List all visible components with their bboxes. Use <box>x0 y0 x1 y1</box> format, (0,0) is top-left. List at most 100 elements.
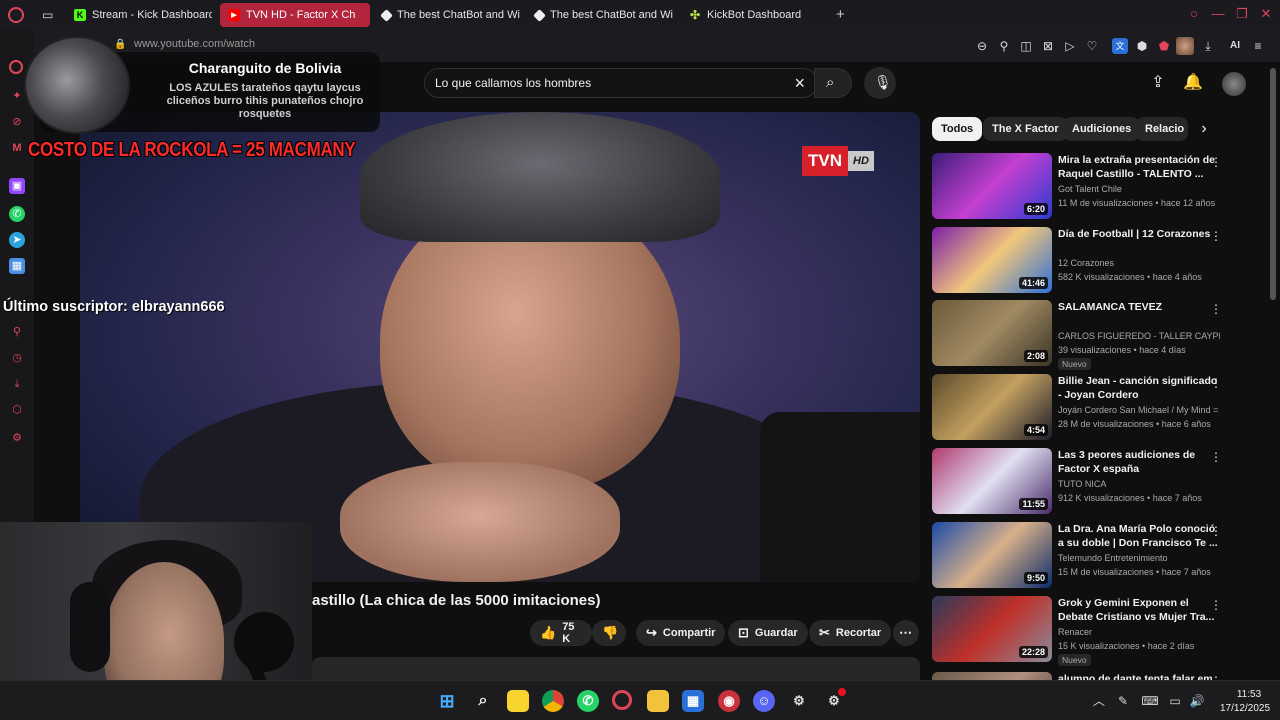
more-vertical-icon[interactable]: ⋮ <box>1210 450 1222 464</box>
extension-translate-icon[interactable]: 文 <box>1112 38 1128 54</box>
block-icon[interactable]: ⊠ <box>1040 38 1056 54</box>
tab-kickbot-dashboard[interactable]: ✣ KickBot Dashboard <box>681 3 821 27</box>
recommendation-item[interactable]: 11:55 Las 3 peores audiciones de Factor X… <box>932 448 1228 516</box>
video-thumbnail[interactable] <box>932 672 1052 680</box>
maximize-icon[interactable]: ❐ <box>1234 6 1250 22</box>
chip-x-factor[interactable]: The X Factor <box>983 117 1068 141</box>
more-vertical-icon[interactable]: ⋮ <box>1210 598 1222 612</box>
like-button[interactable]: 👍 75 K <box>530 620 592 646</box>
profile-avatar[interactable] <box>1176 37 1194 55</box>
voice-search-button[interactable]: 🎙 <box>864 67 896 99</box>
recommendation-title[interactable]: Mira la extraña presentación de Raquel C… <box>1058 153 1220 181</box>
recommendation-title[interactable]: Día de Football | 12 Corazones <box>1058 227 1220 241</box>
video-thumbnail[interactable]: 11:55 <box>932 448 1052 514</box>
recommendation-channel[interactable]: Renacer <box>1058 627 1220 637</box>
recommendation-title[interactable]: Billie Jean - canción significado - Joya… <box>1058 374 1220 402</box>
video-thumbnail[interactable]: 41:46 <box>932 227 1052 293</box>
upload-icon[interactable]: ⇪ <box>1147 72 1169 94</box>
tab-chatbot-2[interactable]: The best ChatBot and Wi <box>527 3 677 27</box>
browser-menu-icon[interactable] <box>8 7 24 23</box>
app-wheel-icon[interactable]: ⚙ <box>788 690 810 712</box>
chevron-right-icon[interactable]: › <box>1194 117 1214 141</box>
snapshot-icon[interactable]: ◫ <box>1018 38 1034 54</box>
telegram-icon[interactable]: ➤ <box>9 232 25 248</box>
more-actions-button[interactable]: ⋯ <box>893 620 919 646</box>
pin-icon[interactable]: ⚲ <box>996 38 1012 54</box>
video-player[interactable]: TVN HD <box>80 112 920 582</box>
tab-kick-dashboard[interactable]: K Stream - Kick Dashboard <box>66 3 212 27</box>
recommendation-channel[interactable]: Joyán Cordero San Michael / My Mind = ..… <box>1058 405 1220 415</box>
notifications-bell-icon[interactable]: 🔔 <box>1182 72 1204 94</box>
recommendation-channel[interactable]: Got Talent Chile <box>1058 184 1220 194</box>
tray-pen-icon[interactable]: ✎ <box>1114 692 1132 710</box>
video-thumbnail[interactable]: 9:50 <box>932 522 1052 588</box>
recommendation-item[interactable]: 6:20 Mira la extraña presentación de Raqu… <box>932 153 1228 221</box>
more-vertical-icon[interactable]: ⋮ <box>1210 229 1222 243</box>
tray-keyboard-icon[interactable]: ⌨ <box>1141 692 1159 710</box>
opera-taskbar-icon[interactable] <box>612 690 632 710</box>
search-input[interactable]: Lo que callamos los hombres × <box>424 68 818 98</box>
extension-shield-icon[interactable]: ⬟ <box>1156 38 1172 54</box>
video-thumbnail[interactable]: 22:28 <box>932 596 1052 662</box>
sidebar-opera-icon[interactable] <box>9 60 23 74</box>
recommendation-channel[interactable]: 12 Corazones <box>1058 258 1220 268</box>
recommendation-title[interactable]: SALAMANCA TEVEZ <box>1058 300 1220 314</box>
share-button[interactable]: ↪ Compartir <box>636 620 726 646</box>
url-field[interactable]: www.youtube.com/watch <box>134 38 255 50</box>
more-vertical-icon[interactable]: ⋮ <box>1210 524 1222 538</box>
chrome-icon[interactable] <box>542 690 564 712</box>
whatsapp-icon[interactable]: ✆ <box>9 206 25 222</box>
downloads-icon[interactable]: ⤓ <box>9 376 25 392</box>
save-button[interactable]: ⊡ Guardar <box>728 620 808 646</box>
recommendation-item[interactable]: alumno de dante tenta falar em⋮ <box>932 672 1228 680</box>
dislike-button[interactable]: 👎 <box>592 620 626 646</box>
play-icon[interactable]: ▷ <box>1062 38 1078 54</box>
video-thumbnail[interactable]: 6:20 <box>932 153 1052 219</box>
discord-icon[interactable]: ☺ <box>753 690 775 712</box>
recommendation-channel[interactable]: TUTO NICA <box>1058 479 1220 489</box>
recommendation-item[interactable]: 2:08 SALAMANCA TEVEZ CARLOS FIGUEREDO - TA… <box>932 300 1228 370</box>
menu-icon[interactable]: ≡ <box>1250 38 1266 54</box>
windows-start-icon[interactable]: ⊞ <box>436 690 458 712</box>
more-vertical-icon[interactable]: ⋮ <box>1210 302 1222 316</box>
more-vertical-icon[interactable]: ⋮ <box>1210 376 1222 390</box>
account-avatar[interactable] <box>1222 72 1246 96</box>
chip-all[interactable]: Todos <box>932 117 983 141</box>
app-red-icon[interactable]: ◉ <box>718 690 740 712</box>
taskbar-search-icon[interactable]: ⌕ <box>472 690 494 712</box>
sidebar-ai-icon[interactable]: ✦ <box>9 88 25 104</box>
chip-relacionados[interactable]: Relacio <box>1136 117 1188 141</box>
download-icon[interactable]: ⤓ <box>1200 38 1216 54</box>
tab-youtube-video[interactable]: ▶ TVN HD - Factor X Ch <box>220 3 370 27</box>
search-tabs-icon[interactable]: ○ <box>1186 6 1202 22</box>
extension-puzzle-icon[interactable]: ⬢ <box>1134 38 1150 54</box>
tab-chatbot-1[interactable]: The best ChatBot and Wi <box>374 3 524 27</box>
sidebar-app-icon[interactable]: ▦ <box>9 258 25 274</box>
clear-search-icon[interactable]: × <box>794 73 805 94</box>
settings-gear-icon[interactable]: ⚙ <box>9 430 25 446</box>
minimize-icon[interactable]: — <box>1210 6 1226 22</box>
clock-date[interactable]: 17/12/2025 <box>1214 703 1276 714</box>
twitch-icon[interactable]: ▣ <box>9 178 25 194</box>
clock-time[interactable]: 11:53 <box>1224 689 1274 700</box>
clip-button[interactable]: ✂ Recortar <box>809 620 892 646</box>
recommendation-title[interactable]: Las 3 peores audiciones de Factor X espa… <box>1058 448 1220 476</box>
search-button[interactable]: ⌕ <box>814 68 852 98</box>
recommendation-channel[interactable]: CARLOS FIGUEREDO - TALLER CAYPI QU... <box>1058 331 1220 341</box>
history-icon[interactable]: ◷ <box>9 350 25 366</box>
recommendation-title[interactable]: alumno de dante tenta falar em <box>1058 672 1220 680</box>
recommendation-item[interactable]: 4:54 Billie Jean - canción significado - … <box>932 374 1228 442</box>
video-thumbnail[interactable]: 4:54 <box>932 374 1052 440</box>
video-thumbnail[interactable]: 2:08 <box>932 300 1052 366</box>
tray-chevron-up-icon[interactable]: ︿ <box>1090 692 1108 710</box>
sidebar-m-icon[interactable]: M <box>9 140 25 156</box>
recommendation-title[interactable]: Grok y Gemini Exponen el Debate Cristian… <box>1058 596 1220 624</box>
tab-overview-icon[interactable]: ▭ <box>42 8 53 22</box>
sticky-notes-icon[interactable] <box>507 690 529 712</box>
extensions-icon[interactable]: ⬡ <box>9 402 25 418</box>
tray-network-icon[interactable]: ▭ <box>1166 692 1184 710</box>
store-icon[interactable]: ▦ <box>682 690 704 712</box>
file-explorer-icon[interactable] <box>647 690 669 712</box>
whatsapp-taskbar-icon[interactable]: ✆ <box>577 690 599 712</box>
zoom-icon[interactable]: ⊖ <box>974 38 990 54</box>
